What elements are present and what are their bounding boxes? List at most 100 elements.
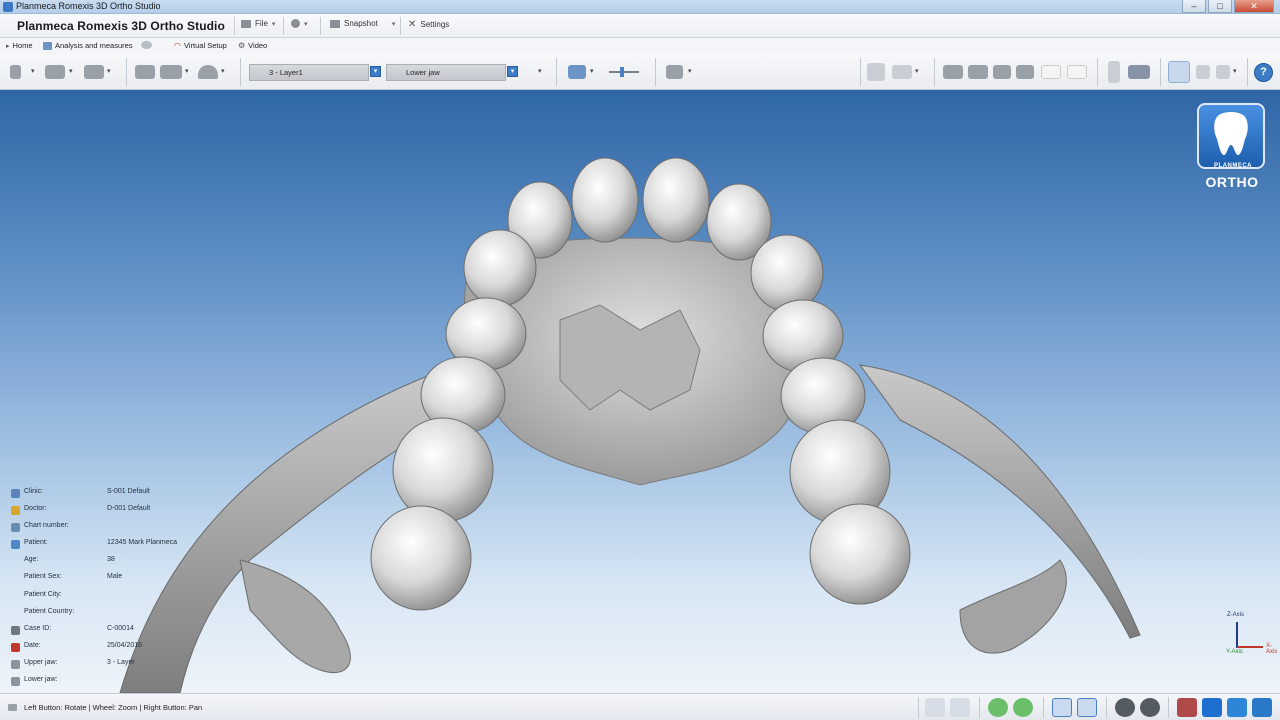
patient-info-label: Date:	[24, 641, 41, 649]
patient-info-panel: Clinic: S-001 Default Doctor: D-001 Default…	[0, 485, 190, 690]
cube-side-icon[interactable]	[1227, 698, 1247, 717]
tooth-incisor-left-central	[571, 157, 639, 243]
patient-info-label: Patient:	[24, 539, 48, 547]
bracket-view-icon[interactable]	[1216, 65, 1230, 79]
tab-virtual-setup[interactable]: ◠ Virtual Setup	[174, 41, 227, 50]
patient-info-label: Patient City:	[24, 590, 62, 598]
doctor-icon	[11, 506, 20, 516]
dental-model-render[interactable]	[0, 90, 1280, 693]
grid-icon[interactable]	[867, 63, 885, 81]
wrench-icon: ✕	[408, 19, 417, 30]
render-shaded-icon[interactable]	[1140, 698, 1160, 717]
zoom-in-icon[interactable]	[925, 698, 945, 717]
statusbar-separator	[1043, 697, 1044, 718]
help-icon[interactable]: ?	[1254, 63, 1273, 82]
articulator-icon[interactable]	[1128, 65, 1150, 79]
chevron-down-icon[interactable]: ▾	[1233, 67, 1237, 75]
close-button[interactable]: ✕	[1234, 0, 1274, 13]
chevron-down-icon[interactable]: ▾	[31, 67, 35, 75]
chevron-down-icon[interactable]: ▾	[538, 67, 542, 75]
patient-info-value: 38	[107, 556, 115, 564]
chevron-down-icon[interactable]: ▾	[915, 67, 919, 75]
view-top-icon[interactable]	[1041, 65, 1061, 79]
chevron-down-icon[interactable]: ▾	[69, 67, 73, 75]
y-axis-label: Y-Axis	[1226, 649, 1243, 655]
tab-analysis[interactable]: Analysis and measures	[43, 41, 133, 50]
occlusion-icon[interactable]	[1108, 61, 1120, 83]
toolbar-separator	[934, 58, 935, 86]
tooth-incisor-right-central	[642, 157, 710, 243]
minimize-button[interactable]: –	[1182, 0, 1206, 13]
patient-info-row: Patient City:	[0, 588, 190, 605]
settings-menu[interactable]: ✕ Settings	[408, 19, 449, 30]
status-hint: Left Button: Rotate | Wheel: Zoom | Righ…	[24, 703, 203, 712]
rotate-view-icon[interactable]	[1013, 698, 1033, 717]
jaw-select-toggle[interactable]: ▾	[507, 66, 518, 77]
tab-cloud[interactable]	[141, 41, 152, 49]
cube-red-icon[interactable]	[1177, 698, 1197, 717]
view-right-icon[interactable]	[1016, 65, 1034, 79]
patient-info-row: Chart number:	[0, 519, 190, 536]
crown-tool-icon[interactable]	[198, 65, 218, 79]
tooth-molar-left-2	[370, 505, 472, 611]
patient-info-label: Chart number:	[24, 522, 69, 530]
perspective-view-icon[interactable]	[1077, 698, 1097, 717]
cube-top-icon[interactable]	[1252, 698, 1272, 717]
tooth-canine-left	[463, 229, 537, 307]
toolbar-separator	[655, 58, 656, 86]
chevron-down-icon[interactable]: ▾	[185, 67, 189, 75]
layer-select-toggle[interactable]: ▾	[370, 66, 381, 77]
render-solid-icon[interactable]	[1115, 698, 1135, 717]
view-back-icon[interactable]	[968, 65, 988, 79]
tab-analysis-label: Analysis and measures	[55, 41, 133, 50]
patient-info-row: Date: 25/04/2016	[0, 639, 190, 656]
ortho-view-icon[interactable]	[1052, 698, 1072, 717]
mouse-icon	[8, 704, 17, 711]
upper-arch-tool-icon[interactable]	[45, 65, 65, 79]
patient-info-value: C-00014	[107, 624, 134, 632]
view-front-icon[interactable]	[943, 65, 963, 79]
record-menu[interactable]: ▾	[291, 19, 308, 28]
chevron-down-icon[interactable]: ▾	[688, 67, 692, 75]
tooth-view-icon[interactable]	[1196, 65, 1210, 79]
tab-video[interactable]: ⚙ Video	[238, 41, 267, 50]
patient-info-label: Age:	[24, 556, 39, 564]
opacity-slider-thumb[interactable]	[620, 67, 624, 77]
chevron-down-icon[interactable]: ▾	[221, 67, 225, 75]
patient-info-row: Clinic: S-001 Default	[0, 485, 190, 502]
patient-info-label: Doctor:	[24, 505, 47, 513]
arch-view-icon[interactable]	[1168, 61, 1190, 83]
chevron-down-icon[interactable]: ▾	[107, 67, 111, 75]
3d-viewport[interactable]: PLANMECA ORTHO Clinic: S-001 Default Docto…	[0, 90, 1280, 693]
patient-info-row: Upper jaw: 3 - Layer	[0, 656, 190, 673]
view-left-icon[interactable]	[993, 65, 1011, 79]
menu-separator	[400, 17, 401, 35]
file-menu[interactable]: File ▾	[241, 19, 275, 28]
gum-tool-icon[interactable]	[160, 65, 182, 79]
patient-info-label: Patient Sex:	[24, 573, 62, 581]
patient-info-label: Upper jaw:	[24, 658, 58, 666]
cube-blue-icon[interactable]	[1202, 698, 1222, 717]
view-bottom-icon[interactable]	[1067, 65, 1087, 79]
patient-info-row: Lower jaw:	[0, 673, 190, 690]
pin-tool-icon[interactable]	[10, 65, 21, 79]
paint-tool-icon[interactable]	[568, 65, 586, 79]
chevron-down-icon[interactable]: ▾	[590, 67, 594, 75]
box-tool-icon[interactable]	[666, 65, 683, 79]
zoom-out-icon[interactable]	[950, 698, 970, 717]
upper-jaw-icon	[11, 659, 20, 669]
layout-icon[interactable]	[892, 65, 912, 79]
tab-home[interactable]: ▸ Home	[6, 41, 33, 50]
snapshot-menu[interactable]: Snapshot ▾	[330, 19, 395, 28]
layer-select[interactable]: 3 - Layer1	[249, 64, 369, 81]
camera-icon	[330, 19, 340, 28]
maximize-button[interactable]: □	[1208, 0, 1232, 13]
fit-view-icon[interactable]	[988, 698, 1008, 717]
tooth-tool-icon[interactable]	[135, 65, 155, 79]
lower-jaw-icon	[11, 677, 20, 687]
lower-arch-tool-icon[interactable]	[84, 65, 104, 79]
opacity-slider[interactable]	[609, 71, 639, 73]
patient-info-value: D-001 Default	[107, 505, 151, 513]
jaw-select[interactable]: Lower jaw	[386, 64, 506, 81]
menu-separator	[320, 17, 321, 35]
